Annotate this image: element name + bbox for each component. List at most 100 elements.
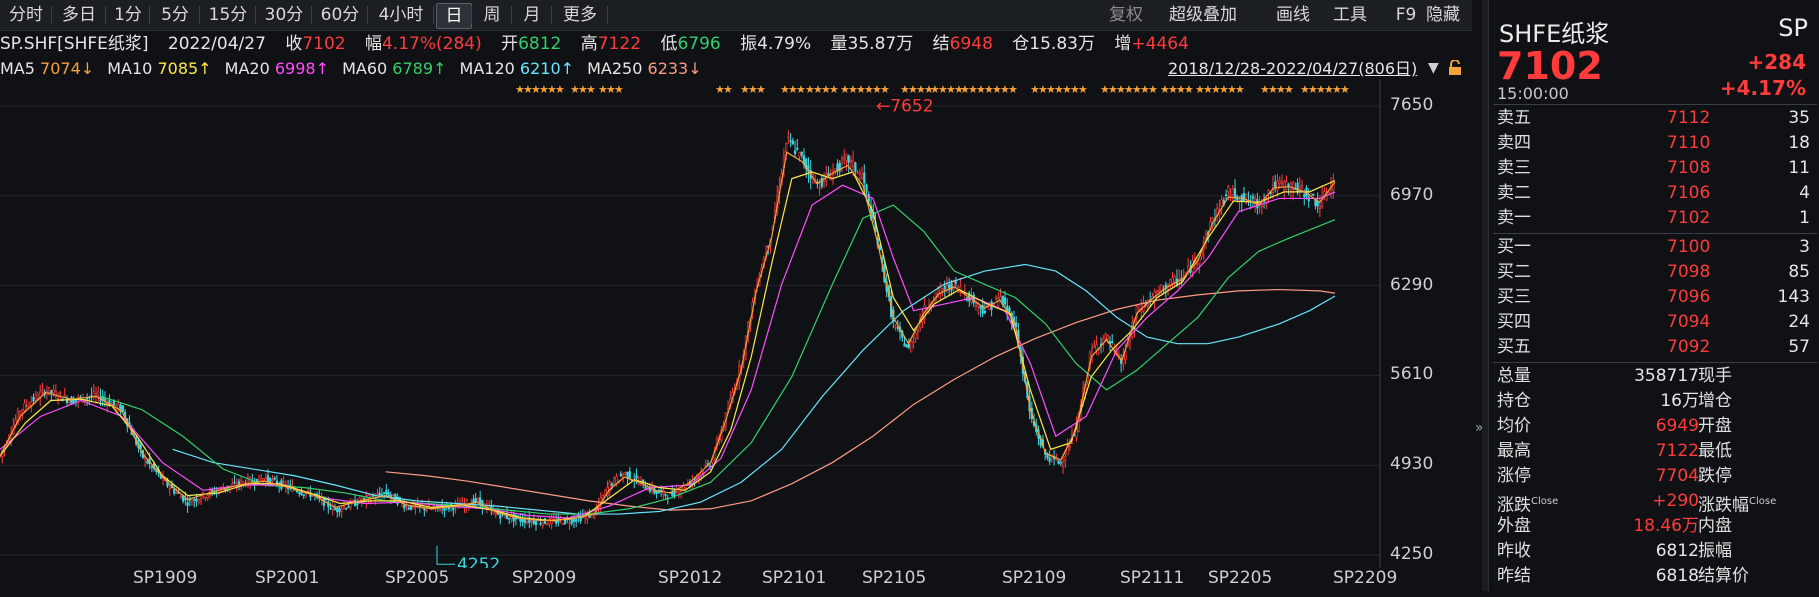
candle-body bbox=[610, 483, 614, 486]
candle-body bbox=[447, 507, 451, 510]
candle-body bbox=[941, 288, 944, 291]
ma20-value: 6998↑ bbox=[274, 59, 329, 78]
stat-label: 昨收 bbox=[1497, 541, 1531, 561]
candle-body bbox=[94, 393, 98, 397]
candle-body bbox=[405, 505, 408, 508]
candle-body bbox=[356, 503, 359, 506]
candle-body bbox=[905, 344, 908, 348]
period-tab-4[interactable]: 15分 bbox=[202, 3, 254, 27]
candle-body bbox=[854, 162, 857, 172]
order-book-row: 卖四 7110 18 bbox=[1489, 131, 1819, 156]
lock-icon[interactable] bbox=[1448, 60, 1462, 76]
candle-body bbox=[103, 398, 107, 401]
ob-volume: 3 bbox=[1799, 237, 1810, 257]
candle-body bbox=[1106, 335, 1109, 340]
candle-body bbox=[568, 522, 571, 524]
candle-body bbox=[1059, 461, 1062, 464]
candle-body bbox=[539, 522, 542, 525]
period-tab-0[interactable]: 分时 bbox=[2, 3, 50, 27]
tool-button-2[interactable]: 画线 bbox=[1268, 3, 1318, 27]
candlestick-chart[interactable]: ★★★★★★ ★★★ ★★★ ★★ ★★★ ★★★ ★★★★ ★★★★★★ ★★★★★★★★★★… bbox=[0, 80, 1472, 568]
stat-label: 总量 bbox=[1497, 366, 1531, 386]
period-tab-1[interactable]: 多日 bbox=[54, 3, 104, 27]
candle-body bbox=[613, 477, 616, 485]
tool-button-0[interactable]: 复权 bbox=[1104, 3, 1148, 27]
candle-body bbox=[1300, 185, 1304, 189]
candle-body bbox=[117, 403, 120, 409]
candle-body bbox=[646, 489, 649, 491]
amp-label: 幅 bbox=[364, 34, 382, 54]
period-tab-7[interactable]: 4小时 bbox=[370, 3, 432, 27]
candle-body bbox=[1124, 351, 1127, 360]
order-book-row: 卖一 7102 1 bbox=[1489, 206, 1819, 231]
candle-body bbox=[443, 507, 446, 511]
period-tab-10[interactable]: 月 bbox=[514, 3, 550, 27]
candle-body bbox=[619, 473, 622, 476]
candle-body bbox=[74, 399, 78, 402]
stats-row: 外盘 18.46万 内盘 bbox=[1489, 514, 1819, 539]
instrument-code: SP.SHF[SHFE纸浆] bbox=[0, 34, 149, 54]
candle-body bbox=[896, 327, 899, 330]
candle-body bbox=[86, 397, 89, 400]
candle-body bbox=[204, 497, 207, 500]
stat-label: 昨结 bbox=[1497, 566, 1531, 586]
period-tab-3[interactable]: 5分 bbox=[152, 3, 198, 27]
candle-body bbox=[32, 396, 35, 402]
high-label: 高 bbox=[580, 34, 598, 54]
ob-price: 7102 bbox=[1667, 208, 1711, 228]
candle-body bbox=[943, 285, 946, 290]
divider bbox=[1493, 362, 1817, 363]
candle-body bbox=[561, 523, 564, 526]
stat-value: 7704 bbox=[1655, 466, 1699, 486]
tool-button-3[interactable]: 工具 bbox=[1326, 3, 1374, 27]
tool-button-1[interactable]: 超级叠加 bbox=[1160, 3, 1246, 27]
order-book-row: 卖三 7108 11 bbox=[1489, 156, 1819, 181]
stats-row: 昨结 6818 结算价 bbox=[1489, 564, 1819, 589]
candle-body bbox=[1225, 194, 1228, 196]
candle-body bbox=[1064, 456, 1067, 461]
ma5-value: 7074↓ bbox=[40, 59, 95, 78]
ma60-line bbox=[101, 204, 1336, 515]
signal-star: ★ bbox=[880, 83, 890, 96]
candle-body bbox=[912, 340, 915, 344]
candle-body bbox=[916, 329, 919, 332]
ob-volume: 1 bbox=[1799, 208, 1810, 228]
dropdown-arrow-icon[interactable]: ▼ bbox=[1428, 60, 1439, 76]
period-tab-5[interactable]: 30分 bbox=[258, 3, 310, 27]
candle-body bbox=[438, 509, 442, 512]
period-tab-8[interactable]: 日 bbox=[436, 3, 472, 29]
candle-body bbox=[834, 168, 837, 171]
y-tick-label: 4930 bbox=[1390, 454, 1434, 475]
candle-body bbox=[1003, 297, 1007, 305]
candle-body bbox=[615, 476, 618, 484]
candle-body bbox=[1229, 194, 1232, 197]
candle-body bbox=[1280, 182, 1284, 185]
period-tab-9[interactable]: 周 bbox=[474, 3, 510, 27]
period-tab-2[interactable]: 1分 bbox=[108, 3, 148, 27]
candle-body bbox=[789, 140, 792, 143]
candle-body bbox=[186, 502, 189, 506]
candle-body bbox=[1095, 344, 1098, 351]
signal-star: ★ bbox=[1184, 83, 1194, 96]
candle-body bbox=[376, 493, 379, 496]
candle-body bbox=[800, 151, 803, 156]
candle-body bbox=[867, 194, 870, 202]
stats-row: 昨收 6812 振幅 bbox=[1489, 539, 1819, 564]
candle-body bbox=[796, 147, 799, 150]
candle-body bbox=[1227, 186, 1230, 193]
high-value: 7122 bbox=[597, 34, 642, 54]
date-range-selector[interactable]: 2018/12/28-2022/04/27(806日) bbox=[1168, 58, 1417, 80]
tool-button-5[interactable]: 隐藏 bbox=[1420, 3, 1466, 27]
candle-body bbox=[865, 184, 868, 192]
candle-body bbox=[97, 391, 100, 396]
candle-body bbox=[1220, 199, 1223, 207]
stat-label-right: 结算价 bbox=[1698, 566, 1749, 586]
ob-label: 买二 bbox=[1497, 262, 1531, 282]
high-annotation: ←7652 bbox=[876, 97, 934, 117]
tool-button-4[interactable]: F9 bbox=[1393, 3, 1419, 27]
period-tab-11[interactable]: 更多 bbox=[554, 3, 606, 27]
period-tab-6[interactable]: 60分 bbox=[314, 3, 366, 27]
inc-label: 增 bbox=[1114, 34, 1132, 54]
candle-body bbox=[503, 514, 506, 519]
stats-row: 持仓 16万 增仓 bbox=[1489, 389, 1819, 414]
